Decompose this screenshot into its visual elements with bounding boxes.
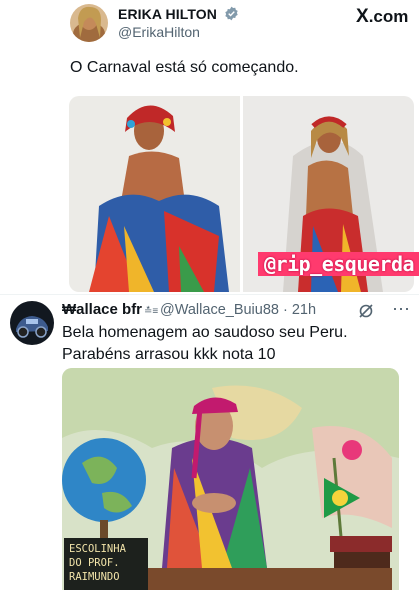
- reply-avatar[interactable]: [10, 301, 54, 345]
- x-logo-suffix: .com: [368, 7, 409, 26]
- author-avatar[interactable]: [70, 4, 108, 42]
- reply-author-handle[interactable]: @Wallace_Buiu88 · 21h: [160, 302, 316, 318]
- grok-icon[interactable]: [358, 303, 374, 324]
- tweet-text: O Carnaval está só começando.: [70, 59, 299, 76]
- author-name[interactable]: ERIKA HILTON: [118, 6, 239, 24]
- photo-left[interactable]: [69, 96, 240, 292]
- badge-icon: ≛≡: [144, 306, 159, 317]
- reply-text-line2: Parabéns arrasou kkk nota 10: [62, 346, 276, 363]
- reply-author-name-text: ₩allace bfr: [62, 301, 143, 318]
- reply-text-line1: Bela homenagem ao saudoso seu Peru.: [62, 324, 348, 341]
- sign-text: ESCOLINHA DO PROF. RAIMUNDO: [64, 538, 148, 590]
- author-name-text: ERIKA HILTON: [118, 6, 217, 22]
- reply-text: Bela homenagem ao saudoso seu Peru. Para…: [62, 322, 402, 366]
- embedded-tweet[interactable]: ERIKA HILTON @ErikaHilton X.com O Carnav…: [0, 0, 419, 294]
- verified-badge-icon: [224, 6, 239, 24]
- author-handle[interactable]: @ErikaHilton: [118, 24, 200, 40]
- x-icon: X: [356, 6, 369, 27]
- watermark-text: @rip_esquerda: [258, 252, 419, 276]
- reply-author-name[interactable]: ₩allace bfr ≛≡: [62, 301, 158, 318]
- x-logo: X.com: [356, 6, 408, 28]
- more-options-icon[interactable]: ⋯: [392, 299, 410, 320]
- reply-tweet[interactable]: ₩allace bfr ≛≡ @Wallace_Buiu88 · 21h ⋯ Be…: [0, 295, 419, 590]
- reply-media[interactable]: ESCOLINHA DO PROF. RAIMUNDO: [62, 368, 399, 590]
